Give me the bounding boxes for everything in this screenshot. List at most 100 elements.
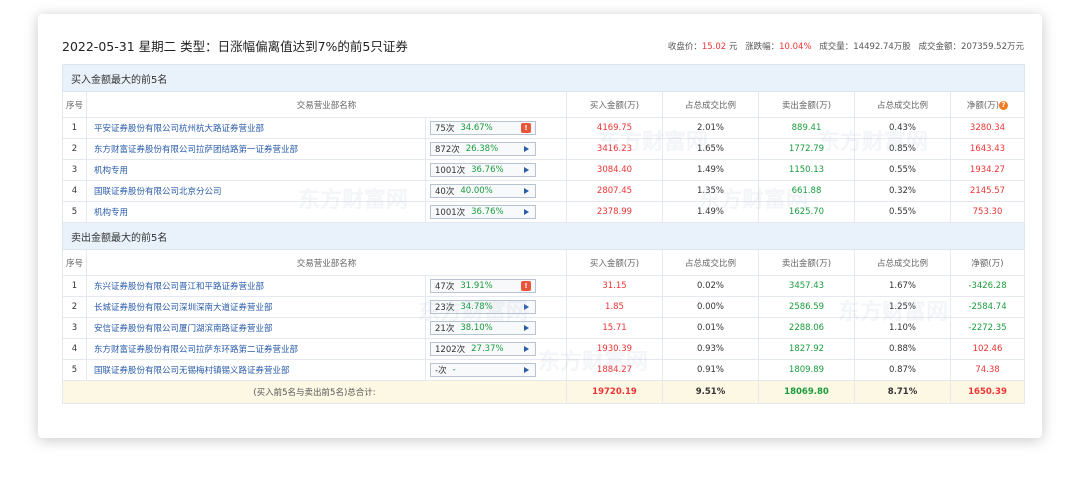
- arrow-right-icon[interactable]: [524, 188, 529, 194]
- net-amount: 102.46: [950, 338, 1025, 360]
- total-row: (买入前5名与卖出前5名)总合计: 19720.19 9.51% 18069.8…: [62, 380, 1025, 404]
- sell-ratio: 0.87%: [854, 359, 951, 381]
- count-value: 75次: [435, 124, 455, 134]
- arrow-right-icon[interactable]: [524, 209, 529, 215]
- arrow-right-icon[interactable]: [524, 304, 529, 310]
- arrow-right-icon[interactable]: [524, 167, 529, 173]
- buy-ratio: 1.49%: [662, 159, 759, 181]
- count-dropdown[interactable]: 75次 34.67% !: [430, 121, 536, 135]
- count-value: 872次: [435, 145, 460, 155]
- sell-amount: 1772.79: [758, 138, 855, 160]
- count-dropdown[interactable]: 872次 26.38%: [430, 142, 536, 156]
- sell-row: 2 长城证券股份有限公司深圳深南大道证券营业部 23次 34.78% 1.85 …: [62, 296, 1025, 318]
- sell-amount: 2586.59: [758, 296, 855, 318]
- col-net: 净额(万)?: [950, 91, 1025, 118]
- help-icon[interactable]: ?: [999, 100, 1009, 110]
- buy-ratio: 0.01%: [662, 317, 759, 339]
- net-amount: 2145.57: [950, 180, 1025, 202]
- row-seq: 3: [62, 317, 87, 339]
- net-amount: 3280.34: [950, 117, 1025, 139]
- row-seq: 5: [62, 359, 87, 381]
- buy-amount: 2378.99: [566, 201, 663, 223]
- row-seq: 1: [62, 117, 87, 139]
- buy-amount: 3084.40: [566, 159, 663, 181]
- dept-name-link[interactable]: 机构专用: [86, 201, 426, 223]
- count-cell: 75次 34.67% !: [425, 117, 567, 139]
- dept-name-link[interactable]: 东兴证券股份有限公司晋江和平路证券营业部: [86, 275, 426, 297]
- warning-icon[interactable]: !: [521, 281, 531, 291]
- count-value: 47次: [435, 282, 455, 292]
- count-cell: -次 -: [425, 359, 567, 381]
- sell-header-row: 序号 交易营业部名称 买入金额(万) 占总成交比例 卖出金额(万) 占总成交比例…: [62, 249, 1025, 276]
- col-dept: 交易营业部名称: [86, 249, 567, 276]
- buy-amount: 1884.27: [566, 359, 663, 381]
- count-cell: 1202次 27.37%: [425, 338, 567, 360]
- count-dropdown[interactable]: 40次 40.00%: [430, 184, 536, 198]
- count-value: 1001次: [435, 208, 466, 218]
- count-dropdown[interactable]: 23次 34.78%: [430, 300, 536, 314]
- sell-amount: 889.41: [758, 117, 855, 139]
- dept-name-link[interactable]: 东方财富证券股份有限公司拉萨东环路第二证券营业部: [86, 338, 426, 360]
- sell-ratio: 0.85%: [854, 138, 951, 160]
- col-sell: 卖出金额(万): [758, 91, 855, 118]
- count-dropdown[interactable]: 1001次 36.76%: [430, 205, 536, 219]
- dept-name-link[interactable]: 机构专用: [86, 159, 426, 181]
- count-cell: 1001次 36.76%: [425, 201, 567, 223]
- arrow-right-icon[interactable]: [524, 325, 529, 331]
- dept-name-link[interactable]: 东方财富证券股份有限公司拉萨团结路第一证券营业部: [86, 138, 426, 160]
- dept-name-link[interactable]: 平安证券股份有限公司杭州杭大路证券营业部: [86, 117, 426, 139]
- count-pct: 36.76%: [471, 165, 504, 175]
- stock-stats: 收盘价：15.02 元 涨跌幅：10.04% 成交量：14492.74万股 成交…: [668, 40, 1024, 52]
- count-dropdown[interactable]: -次 -: [430, 363, 536, 377]
- buy-row: 1 平安证券股份有限公司杭州杭大路证券营业部 75次 34.67% ! 4169…: [62, 117, 1025, 139]
- sell-amount: 2288.06: [758, 317, 855, 339]
- dept-name-link[interactable]: 国联证券股份有限公司无锡梅村镇锡义路证券营业部: [86, 359, 426, 381]
- count-pct: 36.76%: [471, 207, 504, 217]
- count-pct: 27.37%: [471, 344, 504, 354]
- count-pct: 40.00%: [460, 186, 493, 196]
- row-seq: 4: [62, 338, 87, 360]
- sell-amount: 1150.13: [758, 159, 855, 181]
- sell-row: 3 安信证券股份有限公司厦门湖滨南路证券营业部 21次 38.10% 15.71…: [62, 317, 1025, 339]
- row-seq: 2: [62, 296, 87, 318]
- buy-amount: 1930.39: [566, 338, 663, 360]
- buy-amount: 3416.23: [566, 138, 663, 160]
- count-value: 21次: [435, 324, 455, 334]
- buy-amount: 15.71: [566, 317, 663, 339]
- col-net: 净额(万): [950, 249, 1025, 276]
- page-title: 2022-05-31 星期二 类型：日涨幅偏离值达到7%的前5只证券: [62, 39, 408, 54]
- row-seq: 4: [62, 180, 87, 202]
- net-amount: -2584.74: [950, 296, 1025, 318]
- count-value: -次: [435, 366, 447, 376]
- dept-name-link[interactable]: 安信证券股份有限公司厦门湖滨南路证券营业部: [86, 317, 426, 339]
- count-cell: 23次 34.78%: [425, 296, 567, 318]
- row-seq: 3: [62, 159, 87, 181]
- buy-row: 5 机构专用 1001次 36.76% 2378.99 1.49% 1625.7…: [62, 201, 1025, 223]
- buy-row: 2 东方财富证券股份有限公司拉萨团结路第一证券营业部 872次 26.38% 3…: [62, 138, 1025, 160]
- count-pct: 26.38%: [465, 144, 499, 154]
- dept-name-link[interactable]: 国联证券股份有限公司北京分公司: [86, 180, 426, 202]
- col-net-label: 净额(万): [966, 100, 1000, 111]
- arrow-right-icon[interactable]: [524, 367, 529, 373]
- arrow-right-icon[interactable]: [524, 146, 529, 152]
- net-amount: -2272.35: [950, 317, 1025, 339]
- count-dropdown[interactable]: 1202次 27.37%: [430, 342, 536, 356]
- count-dropdown[interactable]: 21次 38.10%: [430, 321, 536, 335]
- sell-amount: 1625.70: [758, 201, 855, 223]
- count-value: 40次: [435, 187, 455, 197]
- buy-amount: 4169.75: [566, 117, 663, 139]
- buy-row: 3 机构专用 1001次 36.76% 3084.40 1.49% 1150.1…: [62, 159, 1025, 181]
- col-seq: 序号: [62, 91, 87, 118]
- sell-section-title: 卖出金额最大的前5名: [62, 222, 1025, 250]
- count-cell: 47次 31.91% !: [425, 275, 567, 297]
- sell-ratio: 0.88%: [854, 338, 951, 360]
- warning-icon[interactable]: !: [521, 123, 531, 133]
- buy-ratio: 0.91%: [662, 359, 759, 381]
- count-dropdown[interactable]: 1001次 36.76%: [430, 163, 536, 177]
- count-cell: 872次 26.38%: [425, 138, 567, 160]
- dept-name-link[interactable]: 长城证券股份有限公司深圳深南大道证券营业部: [86, 296, 426, 318]
- count-dropdown[interactable]: 47次 31.91% !: [430, 279, 536, 293]
- turnover-label: 成交金额：: [918, 42, 962, 52]
- arrow-right-icon[interactable]: [524, 346, 529, 352]
- close-value: 15.02: [701, 42, 727, 52]
